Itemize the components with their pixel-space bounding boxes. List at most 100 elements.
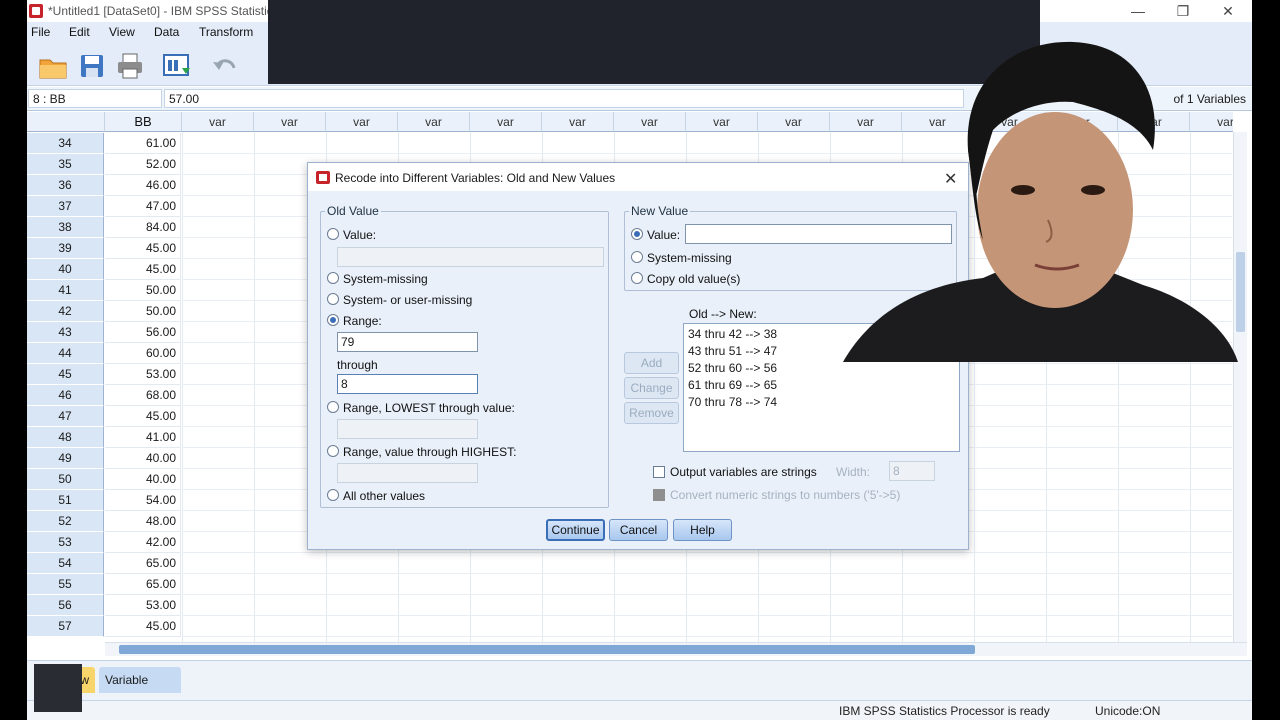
column-header-var[interactable]: var [254,112,326,132]
row-header[interactable]: 48 [27,427,104,448]
data-cell-bb[interactable]: 54.00 [105,490,181,511]
row-header[interactable]: 52 [27,511,104,532]
data-cell-bb[interactable]: 60.00 [105,343,181,364]
range-highest-input[interactable] [337,463,478,483]
data-cell-bb[interactable]: 47.00 [105,196,181,217]
width-input[interactable]: 8 [889,461,935,481]
row-header[interactable]: 44 [27,343,104,364]
row-header[interactable]: 54 [27,553,104,574]
range-lowest-input[interactable] [337,419,478,439]
dialog-recall-icon[interactable] [162,52,192,80]
row-header[interactable]: 46 [27,385,104,406]
range-highest-radio[interactable] [327,445,339,457]
row-header[interactable]: 35 [27,154,104,175]
data-cell-bb[interactable]: 45.00 [105,259,181,280]
all-other-values-radio[interactable] [327,489,339,501]
old-system-missing-radio[interactable] [327,272,339,284]
row-header[interactable]: 40 [27,259,104,280]
menu-file[interactable]: File [31,25,50,39]
row-header[interactable]: 49 [27,448,104,469]
column-header-var[interactable]: var [398,112,470,132]
row-header[interactable]: 37 [27,196,104,217]
data-cell-bb[interactable]: 56.00 [105,322,181,343]
column-header-var[interactable]: var [614,112,686,132]
horizontal-scroll-thumb[interactable] [119,645,975,654]
data-cell-bb[interactable]: 61.00 [105,133,181,154]
row-header[interactable]: 38 [27,217,104,238]
row-header[interactable]: 45 [27,364,104,385]
open-icon[interactable] [38,52,68,80]
old-value-input[interactable] [337,247,604,267]
data-cell-bb[interactable]: 48.00 [105,511,181,532]
data-cell-bb[interactable]: 46.00 [105,175,181,196]
row-header[interactable]: 41 [27,280,104,301]
row-header[interactable]: 39 [27,238,104,259]
restore-button[interactable]: ❐ [1168,2,1198,20]
row-header[interactable]: 57 [27,616,104,637]
data-cell-bb[interactable]: 50.00 [105,301,181,322]
data-cell-bb[interactable]: 65.00 [105,553,181,574]
data-cell-bb[interactable]: 53.00 [105,364,181,385]
data-cell-bb[interactable]: 52.00 [105,154,181,175]
column-header-var[interactable]: var [686,112,758,132]
range-lowest-radio[interactable] [327,401,339,413]
data-cell-bb[interactable]: 45.00 [105,238,181,259]
column-header-var[interactable]: var [470,112,542,132]
new-system-missing-radio[interactable] [631,251,643,263]
row-header[interactable]: 43 [27,322,104,343]
menu-edit[interactable]: Edit [69,25,90,39]
data-cell-bb[interactable]: 41.00 [105,427,181,448]
cancel-button[interactable]: Cancel [609,519,668,541]
output-strings-checkbox[interactable] [653,466,665,478]
data-cell-bb[interactable]: 53.00 [105,595,181,616]
mapping-list-item[interactable]: 52 thru 60 --> 56 [688,360,955,377]
copy-old-values-radio[interactable] [631,272,643,284]
old-sys-user-missing-radio[interactable] [327,293,339,305]
data-cell-bb[interactable]: 40.00 [105,469,181,490]
row-header[interactable]: 36 [27,175,104,196]
horizontal-scrollbar[interactable] [105,642,1247,656]
remove-button[interactable]: Remove [624,402,679,424]
menu-data[interactable]: Data [154,25,179,39]
convert-numeric-checkbox[interactable] [653,489,665,501]
menu-transform[interactable]: Transform [199,25,253,39]
new-value-radio[interactable] [631,228,643,240]
mapping-list-item[interactable]: 70 thru 78 --> 74 [688,394,955,411]
undo-icon[interactable] [211,52,241,80]
data-cell-bb[interactable]: 68.00 [105,385,181,406]
continue-button[interactable]: Continue [546,519,605,541]
range-from-input[interactable]: 79 [337,332,478,352]
column-header-bb[interactable]: BB [105,112,182,132]
data-cell-bb[interactable]: 50.00 [105,280,181,301]
column-header-var[interactable]: var [326,112,398,132]
column-header-var[interactable]: var [542,112,614,132]
add-button[interactable]: Add [624,352,679,374]
minimize-button[interactable]: — [1123,2,1153,20]
mapping-list-item[interactable]: 61 thru 69 --> 65 [688,377,955,394]
save-icon[interactable] [78,52,108,80]
column-header-var[interactable]: var [758,112,830,132]
change-button[interactable]: Change [624,377,679,399]
old-value-radio[interactable] [327,228,339,240]
data-cell-bb[interactable]: 42.00 [105,532,181,553]
row-header[interactable]: 50 [27,469,104,490]
row-header[interactable]: 34 [27,133,104,154]
row-header[interactable]: 47 [27,406,104,427]
row-header[interactable]: 56 [27,595,104,616]
close-window-button[interactable]: ✕ [1213,2,1243,20]
menu-view[interactable]: View [109,25,135,39]
row-header[interactable]: 53 [27,532,104,553]
data-cell-bb[interactable]: 45.00 [105,616,181,637]
row-header[interactable]: 55 [27,574,104,595]
column-header-var[interactable]: var [182,112,254,132]
row-header[interactable]: 51 [27,490,104,511]
help-button[interactable]: Help [673,519,732,541]
old-range-radio[interactable] [327,314,339,326]
data-cell-bb[interactable]: 45.00 [105,406,181,427]
data-cell-bb[interactable]: 84.00 [105,217,181,238]
data-cell-bb[interactable]: 40.00 [105,448,181,469]
row-header[interactable]: 42 [27,301,104,322]
print-icon[interactable] [115,52,145,80]
data-cell-bb[interactable]: 65.00 [105,574,181,595]
tab-variable-view[interactable]: Variable View [99,667,181,713]
